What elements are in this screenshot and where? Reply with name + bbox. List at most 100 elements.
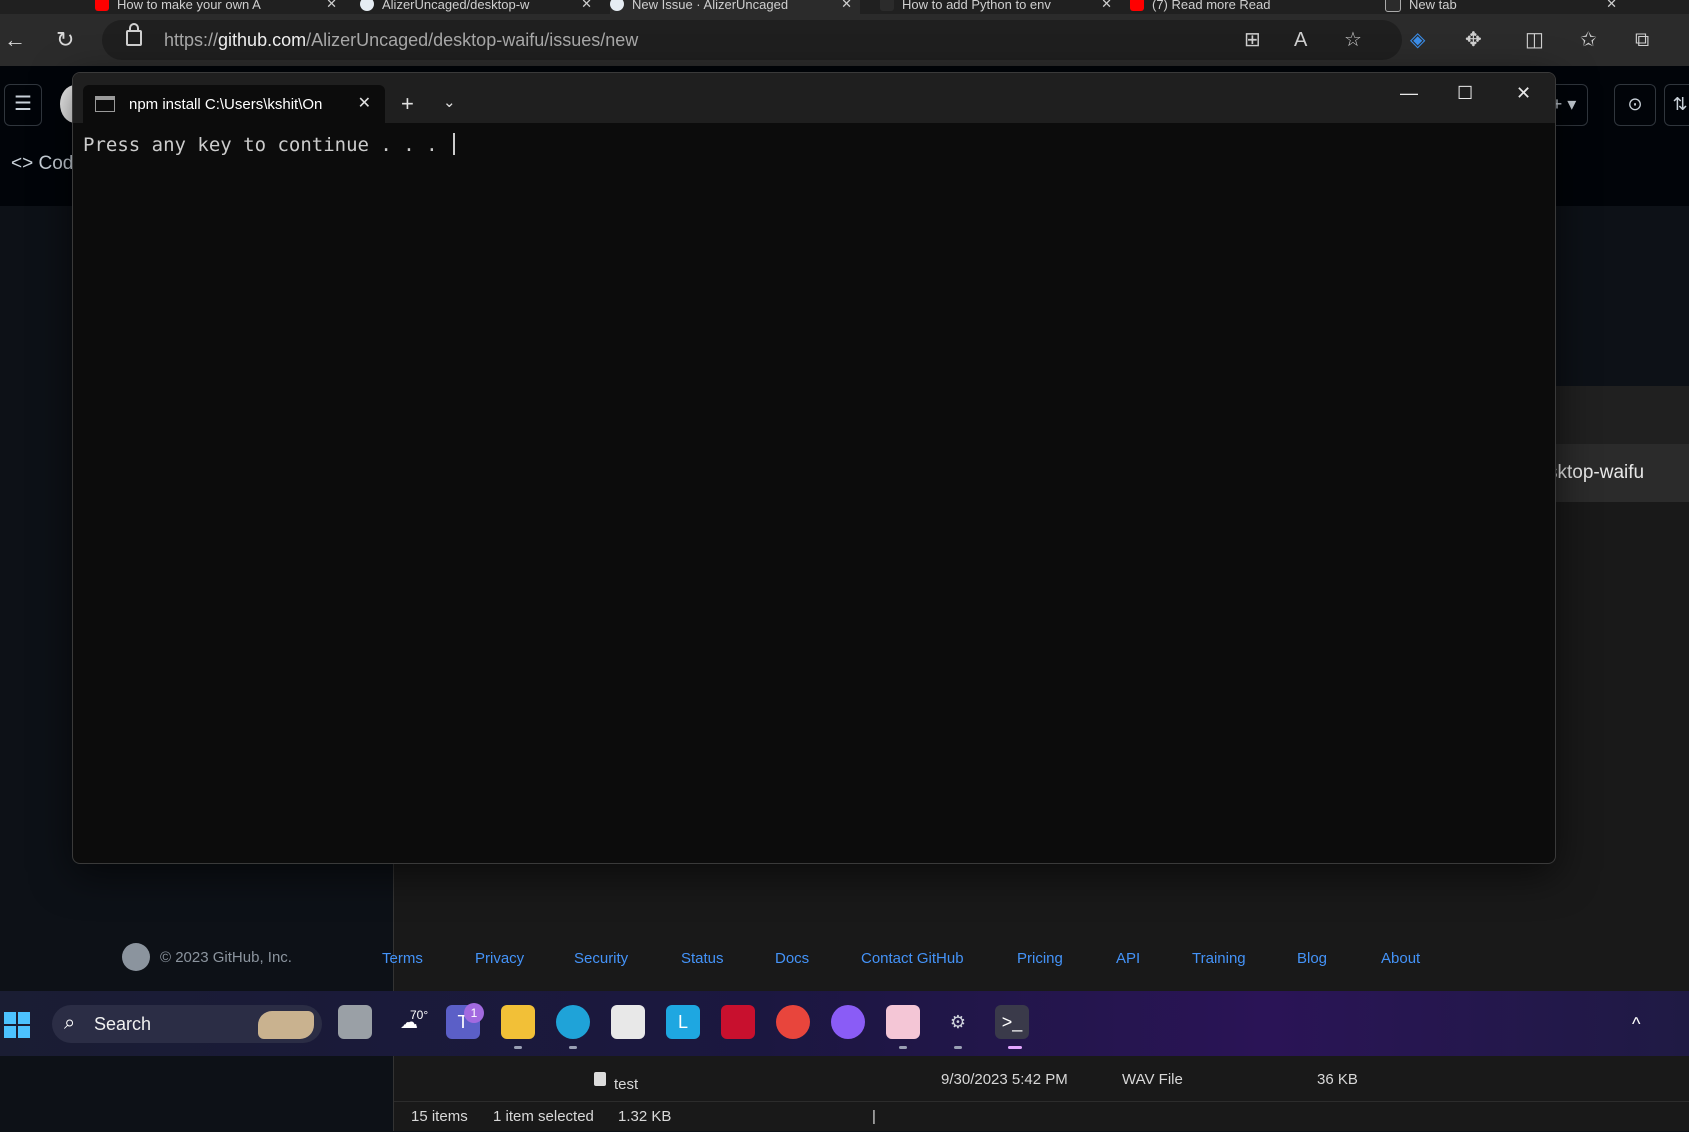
- settings-icon[interactable]: ⚙: [941, 1005, 975, 1039]
- start-icon[interactable]: [4, 1012, 30, 1038]
- chevron-up-icon[interactable]: ^: [1632, 1014, 1640, 1035]
- search-icon: ⌕: [64, 1012, 76, 1034]
- split-screen-icon[interactable]: ◫: [1525, 28, 1544, 52]
- file-explorer-icon[interactable]: [501, 1005, 535, 1039]
- terminal-output[interactable]: Press any key to continue . . .: [83, 133, 456, 156]
- code-tab[interactable]: <> Cod: [11, 153, 73, 175]
- read-aloud-icon[interactable]: A: [1294, 28, 1307, 52]
- footer-link-privacy[interactable]: Privacy: [475, 950, 524, 967]
- favorite-icon[interactable]: ☆: [1344, 28, 1362, 52]
- selection-size: 1.32 KB: [618, 1108, 672, 1125]
- issues-icon[interactable]: ⊙: [1614, 84, 1656, 126]
- browser-tab-3-active[interactable]: New Issue · AlizerUncaged ✕: [610, 0, 860, 14]
- footer-link-blog[interactable]: Blog: [1297, 950, 1327, 967]
- item-count: 15 items: [411, 1108, 468, 1125]
- explorer-path[interactable]: sktop-waifu: [1548, 462, 1644, 484]
- file-date: 9/30/2023 5:42 PM: [941, 1071, 1068, 1088]
- footer-copyright: © 2023 GitHub, Inc.: [122, 943, 292, 971]
- explorer-status-bar: 15 items | 1 item selected 1.32 KB: [394, 1101, 1689, 1132]
- favorites-icon[interactable]: ✩: [1580, 28, 1597, 52]
- address-bar-row: ← ↻ https://github.com/AlizerUncaged/des…: [0, 14, 1689, 66]
- minimize-button[interactable]: —: [1400, 83, 1418, 104]
- weather-temp: 70°: [410, 1008, 429, 1022]
- back-icon[interactable]: ←: [4, 28, 26, 52]
- shield-icon[interactable]: ◈: [1410, 28, 1425, 52]
- browser-tab-label: How to add Python to env: [902, 0, 1051, 12]
- file-name[interactable]: test: [594, 1071, 638, 1093]
- address-bar[interactable]: https://github.com/AlizerUncaged/desktop…: [102, 20, 1402, 60]
- store-icon[interactable]: [611, 1005, 645, 1039]
- terminal-tab[interactable]: npm install C:\Users\kshit\On ✕: [83, 85, 385, 123]
- terminal-window[interactable]: npm install C:\Users\kshit\On ✕ + ⌄ — ☐ …: [72, 72, 1556, 864]
- search-box[interactable]: ⌕ Search: [52, 1005, 322, 1043]
- footer-link-training[interactable]: Training: [1192, 950, 1246, 967]
- github-footer: © 2023 GitHub, Inc. Terms Privacy Securi…: [0, 935, 1689, 985]
- browser-tab-4[interactable]: How to add Python to env ✕: [880, 0, 1120, 14]
- footer-link-status[interactable]: Status: [681, 950, 724, 967]
- close-tab-icon[interactable]: ✕: [358, 93, 371, 113]
- active-indicator: [1008, 1046, 1022, 1049]
- photos-icon[interactable]: [886, 1005, 920, 1039]
- running-indicator: [514, 1046, 522, 1049]
- terminal-titlebar[interactable]: npm install C:\Users\kshit\On ✕ + ⌄ — ☐ …: [73, 73, 1555, 123]
- footer-link-security[interactable]: Security: [574, 950, 628, 967]
- close-tab-icon[interactable]: ✕: [581, 0, 592, 12]
- close-tab-icon[interactable]: ✕: [841, 0, 852, 12]
- search-highlight-icon: [258, 1011, 314, 1039]
- launcher-icon[interactable]: L: [666, 1005, 700, 1039]
- edge-icon[interactable]: [556, 1005, 590, 1039]
- page-icon: [880, 0, 894, 11]
- lock-icon[interactable]: [126, 23, 142, 46]
- mcafee-icon[interactable]: [721, 1005, 755, 1039]
- browser-tab-1[interactable]: How to make your own A ✕: [95, 0, 345, 14]
- selection-count: 1 item selected: [493, 1108, 594, 1125]
- pull-requests-icon[interactable]: ⇅: [1664, 84, 1689, 126]
- new-tab-button[interactable]: +: [401, 91, 414, 117]
- text-cursor: [453, 133, 456, 155]
- footer-link-docs[interactable]: Docs: [775, 950, 809, 967]
- close-tab-icon[interactable]: ✕: [1606, 0, 1617, 12]
- github-mark-icon[interactable]: [122, 943, 150, 971]
- youtube-icon: [95, 0, 109, 11]
- collections-icon[interactable]: ⧉: [1635, 28, 1649, 52]
- menu-icon[interactable]: ☰: [4, 84, 42, 126]
- terminal-tab-title: npm install C:\Users\kshit\On: [129, 95, 323, 113]
- messenger-icon[interactable]: [831, 1005, 865, 1039]
- running-indicator: [954, 1046, 962, 1049]
- browser-tab-label: How to make your own A: [117, 0, 261, 12]
- url-text[interactable]: https://github.com/AlizerUncaged/desktop…: [164, 30, 638, 51]
- extensions-icon[interactable]: ✥: [1465, 28, 1482, 52]
- footer-link-api[interactable]: API: [1116, 950, 1140, 967]
- browser-tab-strip: How to make your own A ✕ AlizerUncaged/d…: [0, 0, 1689, 14]
- youtube-icon: [1130, 0, 1144, 11]
- code-icon: <>: [11, 153, 34, 174]
- chrome-icon[interactable]: [776, 1005, 810, 1039]
- browser-tab-label: (7) Read more Read: [1152, 0, 1271, 12]
- file-type: WAV File: [1122, 1071, 1183, 1088]
- task-view-icon[interactable]: [338, 1005, 372, 1039]
- maximize-button[interactable]: ☐: [1457, 83, 1473, 104]
- browser-tab-label: AlizerUncaged/desktop-w: [382, 0, 530, 12]
- apps-icon[interactable]: ⊞: [1244, 28, 1261, 52]
- footer-link-about[interactable]: About: [1381, 950, 1420, 967]
- taskbar: ⌕ Search ☁ T L ⚙ >_: [0, 991, 1689, 1056]
- refresh-icon[interactable]: ↻: [56, 28, 74, 52]
- file-size: 36 KB: [1317, 1071, 1358, 1088]
- new-tab-icon: [1385, 0, 1401, 12]
- file-row[interactable]: test 9/30/2023 5:42 PM WAV File 36 KB: [594, 1066, 1594, 1094]
- footer-link-pricing[interactable]: Pricing: [1017, 950, 1063, 967]
- browser-tab-6[interactable]: New tab ✕: [1385, 0, 1625, 14]
- footer-link-contact[interactable]: Contact GitHub: [861, 950, 964, 967]
- chevron-down-icon[interactable]: ⌄: [443, 93, 456, 111]
- close-button[interactable]: ✕: [1516, 83, 1531, 104]
- browser-tab-5[interactable]: (7) Read more Read: [1130, 0, 1370, 14]
- browser-tab-label: New tab: [1409, 0, 1457, 12]
- terminal-icon[interactable]: >_: [995, 1005, 1029, 1039]
- browser-tab-2[interactable]: AlizerUncaged/desktop-w ✕: [360, 0, 600, 14]
- footer-link-terms[interactable]: Terms: [382, 950, 423, 967]
- close-tab-icon[interactable]: ✕: [326, 0, 337, 12]
- github-icon: [610, 0, 624, 11]
- browser-tab-label: New Issue · AlizerUncaged: [632, 0, 789, 12]
- close-tab-icon[interactable]: ✕: [1101, 0, 1112, 12]
- running-indicator: [569, 1046, 577, 1049]
